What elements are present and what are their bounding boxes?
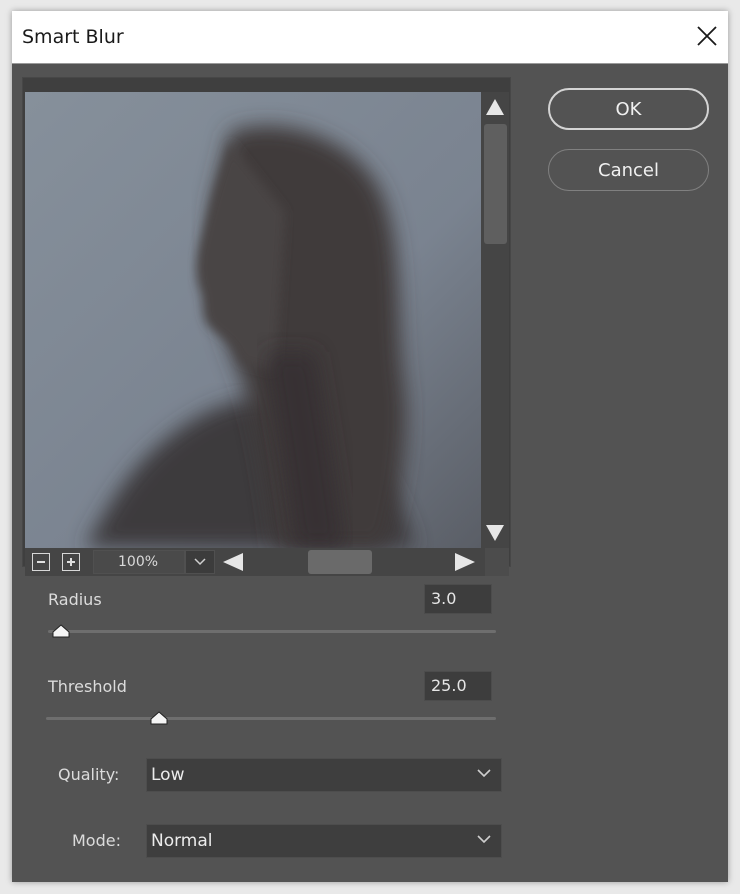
threshold-label: Threshold [48, 677, 127, 696]
scrollbar-corner [485, 548, 509, 576]
radius-label: Radius [48, 590, 102, 609]
zoom-out-button[interactable] [32, 553, 50, 571]
threshold-input[interactable]: 25.0 [424, 671, 492, 701]
quality-label: Quality: [58, 765, 120, 784]
vertical-scrollbar[interactable] [481, 92, 509, 548]
radius-input[interactable]: 3.0 [424, 584, 492, 614]
chevron-down-icon [477, 769, 491, 778]
zoom-level-field[interactable]: 100% [93, 550, 185, 574]
threshold-slider-thumb[interactable] [149, 711, 169, 725]
quality-select[interactable]: Low [146, 758, 502, 792]
mode-label: Mode: [72, 831, 121, 850]
chevron-down-icon [194, 558, 206, 566]
mode-select[interactable]: Normal [146, 824, 502, 858]
cancel-button[interactable]: Cancel [548, 149, 709, 191]
zoom-dropdown-button[interactable] [185, 550, 215, 574]
chevron-down-icon [477, 835, 491, 844]
quality-selected-value: Low [151, 765, 185, 785]
radius-slider-track[interactable] [48, 630, 496, 633]
close-button[interactable] [692, 21, 722, 51]
preview-zoom-bar: 100% [25, 548, 509, 576]
scroll-right-arrow-icon[interactable] [454, 552, 476, 572]
smart-blur-dialog: Smart Blur 100% Radius 3.0 Threshold 25.… [12, 11, 728, 882]
preview-photo [25, 92, 481, 548]
title-bar: Smart Blur [12, 11, 728, 64]
vertical-scroll-thumb[interactable] [484, 124, 507, 244]
scroll-left-arrow-icon[interactable] [222, 552, 244, 572]
plus-icon [67, 558, 75, 566]
threshold-slider-track[interactable] [46, 717, 496, 720]
scroll-down-arrow-icon[interactable] [485, 524, 505, 542]
horizontal-scroll-thumb[interactable] [308, 550, 372, 574]
close-icon [697, 26, 717, 46]
mode-selected-value: Normal [151, 831, 213, 851]
dialog-title: Smart Blur [22, 26, 124, 48]
zoom-in-button[interactable] [62, 553, 80, 571]
preview-image[interactable] [25, 92, 481, 548]
minus-icon [37, 561, 45, 563]
scroll-up-arrow-icon[interactable] [485, 98, 505, 116]
radius-slider-thumb[interactable] [51, 624, 71, 638]
ok-button[interactable]: OK [548, 88, 709, 130]
